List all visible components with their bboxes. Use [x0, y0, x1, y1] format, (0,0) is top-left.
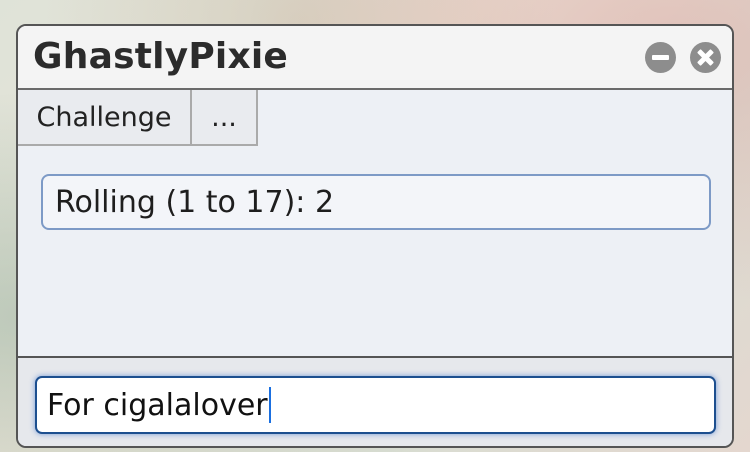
roll-result-text: Rolling (1 to 17): 2	[55, 184, 335, 220]
message-input[interactable]: For cigalalover	[35, 376, 716, 434]
window-content: Challenge ... Rolling (1 to 17): 2	[18, 90, 732, 356]
close-icon[interactable]	[690, 42, 721, 73]
chat-window: GhastlyPixie Challenge ... Rolling (1 to…	[16, 24, 734, 448]
window-title: GhastlyPixie	[33, 36, 289, 77]
roll-result-box: Rolling (1 to 17): 2	[41, 174, 711, 230]
title-bar[interactable]: GhastlyPixie	[18, 26, 732, 90]
text-caret	[268, 387, 271, 423]
input-footer: For cigalalover	[18, 356, 732, 446]
tab-bar: Challenge ...	[18, 90, 258, 146]
message-input-text: For cigalalover	[47, 387, 268, 423]
tab-more[interactable]: ...	[192, 90, 258, 146]
tab-challenge[interactable]: Challenge	[18, 90, 192, 146]
minimize-icon[interactable]	[645, 42, 676, 73]
